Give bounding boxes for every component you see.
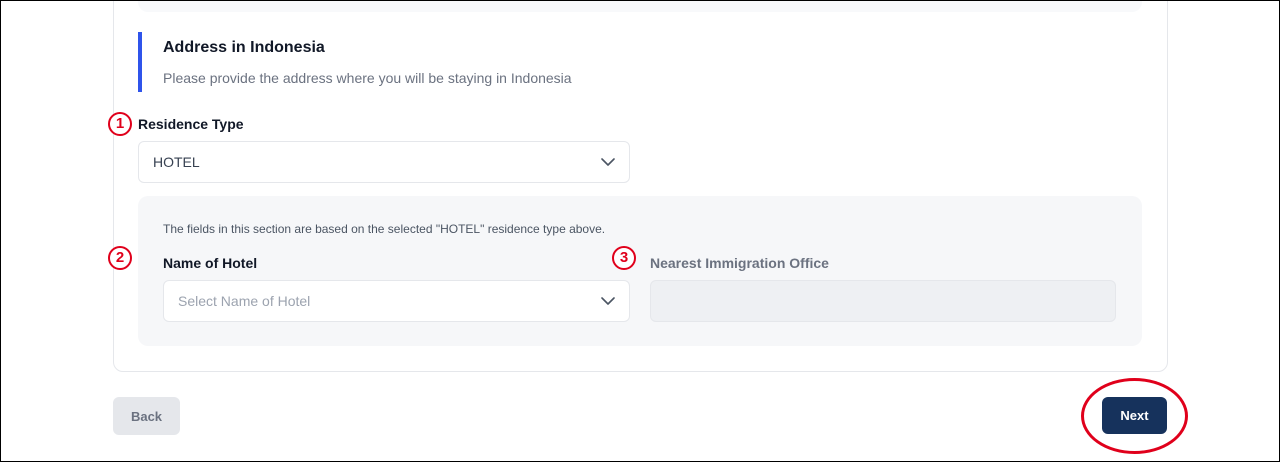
hotel-section-note: The fields in this section are based on …: [163, 222, 606, 236]
hotel-details-panel: [138, 196, 1142, 346]
hotel-name-placeholder: Select Name of Hotel: [178, 293, 311, 309]
section-subtitle: Please provide the address where you wil…: [163, 70, 572, 86]
previous-section-strip: [138, 0, 1142, 12]
back-button[interactable]: Back: [113, 397, 180, 435]
section-title: Address in Indonesia: [163, 39, 325, 56]
annotation-highlight-circle: [1081, 378, 1188, 454]
immigration-office-label: Nearest Immigration Office: [650, 255, 829, 271]
hotel-name-select[interactable]: Select Name of Hotel: [163, 280, 630, 322]
hotel-name-label: Name of Hotel: [163, 255, 258, 271]
annotation-marker-1: 1: [108, 112, 132, 136]
annotation-marker-2: 2: [108, 246, 132, 270]
annotation-marker-3: 3: [612, 246, 636, 270]
section-accent-bar: [138, 32, 142, 92]
residence-type-select[interactable]: HOTEL: [138, 141, 630, 183]
chevron-down-icon: [601, 155, 615, 169]
immigration-office-field: [650, 280, 1116, 322]
residence-type-value: HOTEL: [153, 154, 200, 170]
chevron-down-icon: [601, 294, 615, 308]
residence-type-label: Residence Type: [138, 116, 244, 132]
